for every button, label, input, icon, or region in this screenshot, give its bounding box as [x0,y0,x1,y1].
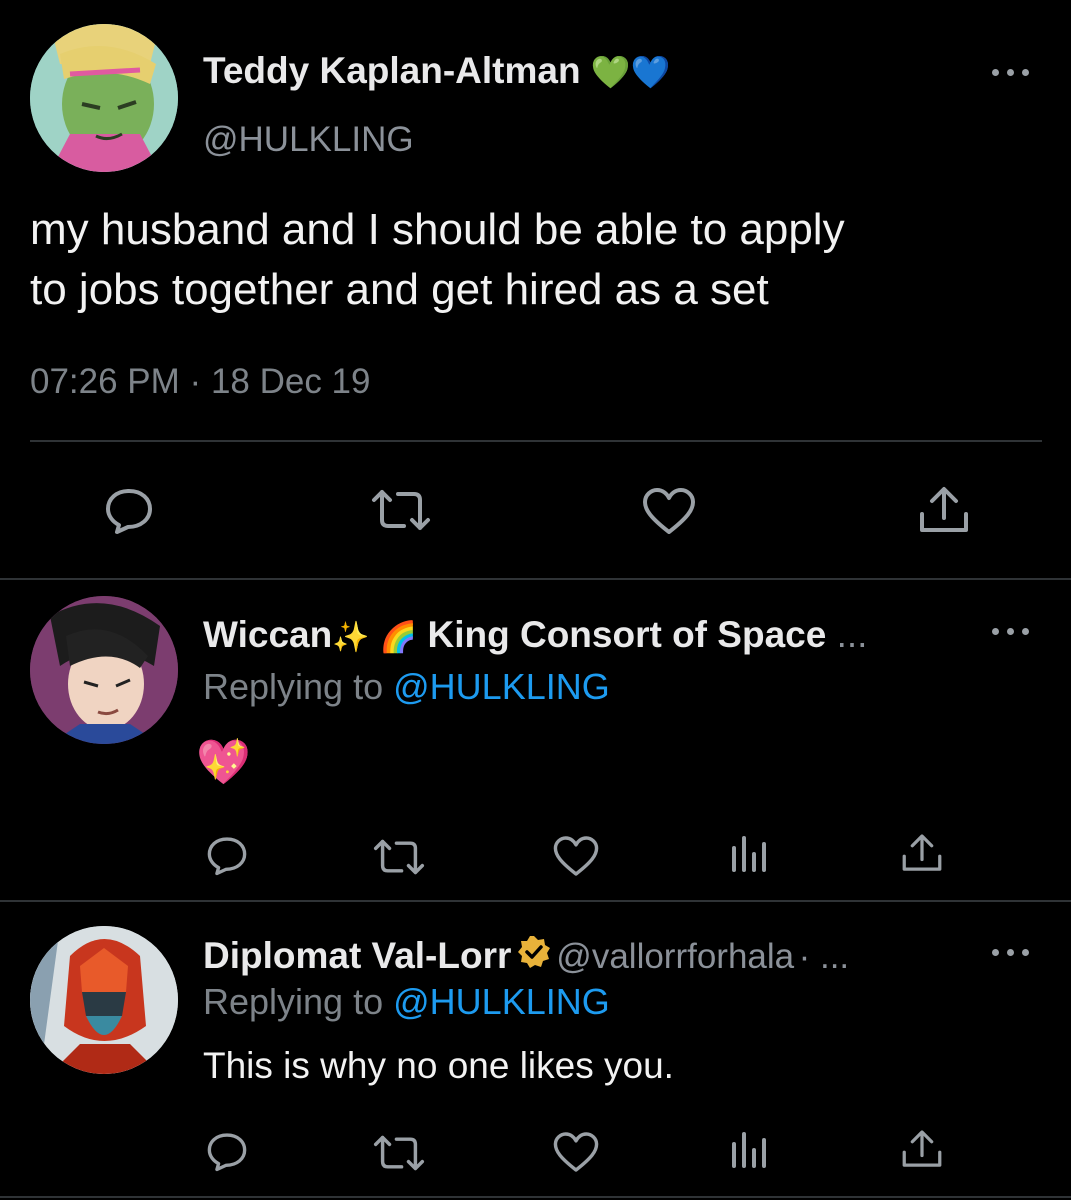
reply-icon[interactable] [205,1130,249,1172]
vallorr-portrait [30,926,178,1074]
heart-icon[interactable] [552,834,600,878]
reply-1-text: 💖 [196,738,251,787]
tweet-time: 07:26 PM [30,362,180,401]
reply-2-handle-suffix: · ... [798,937,850,976]
tweet-text-line-1: my husband and I should be able to apply [30,205,845,254]
replying-to-label: Replying to [203,981,384,1022]
tweet-timestamp[interactable]: 07:26 PM · 18 Dec 19 [30,362,371,402]
reply-icon[interactable] [205,834,249,876]
reply-1-author-name[interactable]: Wiccan✨ 🌈 King Consort of Space ... [203,614,867,656]
author-name[interactable]: Teddy Kaplan-Altman 💚💙 [203,50,671,92]
reply-2-display-name: Diplomat Val-Lorr [203,935,512,976]
tweet-date: 18 Dec 19 [210,362,371,401]
share-icon[interactable] [901,1128,943,1170]
avatar-wiccan[interactable] [30,596,178,744]
timestamp-divider [30,440,1042,442]
replying-to-label: Replying to [203,666,384,707]
tweet-text: my husband and I should be able to apply… [30,200,1050,320]
reply-2-text: This is why no one likes you. [203,1045,674,1086]
tweet-text-line-2: to jobs together and get hired as a set [30,265,769,314]
hulkling-portrait [30,24,178,172]
tweet-divider-3 [0,1196,1071,1198]
reply-2-replying-to: Replying to @HULKLING [203,981,610,1023]
more-options-icon[interactable] [992,625,1032,637]
analytics-icon[interactable] [730,1130,770,1170]
reply-1-replying-to: Replying to @HULKLING [203,666,610,708]
retweet-icon[interactable] [370,488,432,532]
sparkles-emoji: ✨ [332,621,370,654]
reply-1-display-name: Wiccan [203,614,333,655]
analytics-icon[interactable] [730,834,770,874]
verified-badge-icon [516,934,552,975]
avatar-vallorr[interactable] [30,926,178,1074]
share-icon[interactable] [901,832,943,874]
rainbow-emoji: 🌈 [379,621,418,654]
avatar-hulkling[interactable] [30,24,178,172]
reply-2-author-line[interactable]: Diplomat Val-Lorr @vallorrforhala · ... [203,934,849,977]
timestamp-separator: · [189,362,202,401]
author-name-emoji: 💚💙 [590,54,671,90]
heart-icon[interactable] [641,486,697,536]
retweet-icon[interactable] [372,838,426,876]
reply-icon[interactable] [103,485,155,535]
more-options-icon[interactable] [992,66,1032,78]
author-handle[interactable]: @HULKLING [203,120,414,160]
wiccan-portrait [30,596,178,744]
heart-icon[interactable] [552,1130,600,1174]
replying-to-handle[interactable]: @HULKLING [393,666,610,707]
tweet-divider-1 [0,578,1071,580]
reply-2-handle: @vallorrforhala [556,937,795,976]
reply-1-name-ellipsis: ... [836,614,868,655]
replying-to-handle[interactable]: @HULKLING [393,981,610,1022]
share-icon[interactable] [918,484,970,536]
retweet-icon[interactable] [372,1134,426,1172]
more-options-icon[interactable] [992,946,1032,958]
tweet-divider-2 [0,900,1071,902]
author-display-name: Teddy Kaplan-Altman [203,50,581,91]
reply-1-display-name-2: King Consort of Space [427,614,827,655]
